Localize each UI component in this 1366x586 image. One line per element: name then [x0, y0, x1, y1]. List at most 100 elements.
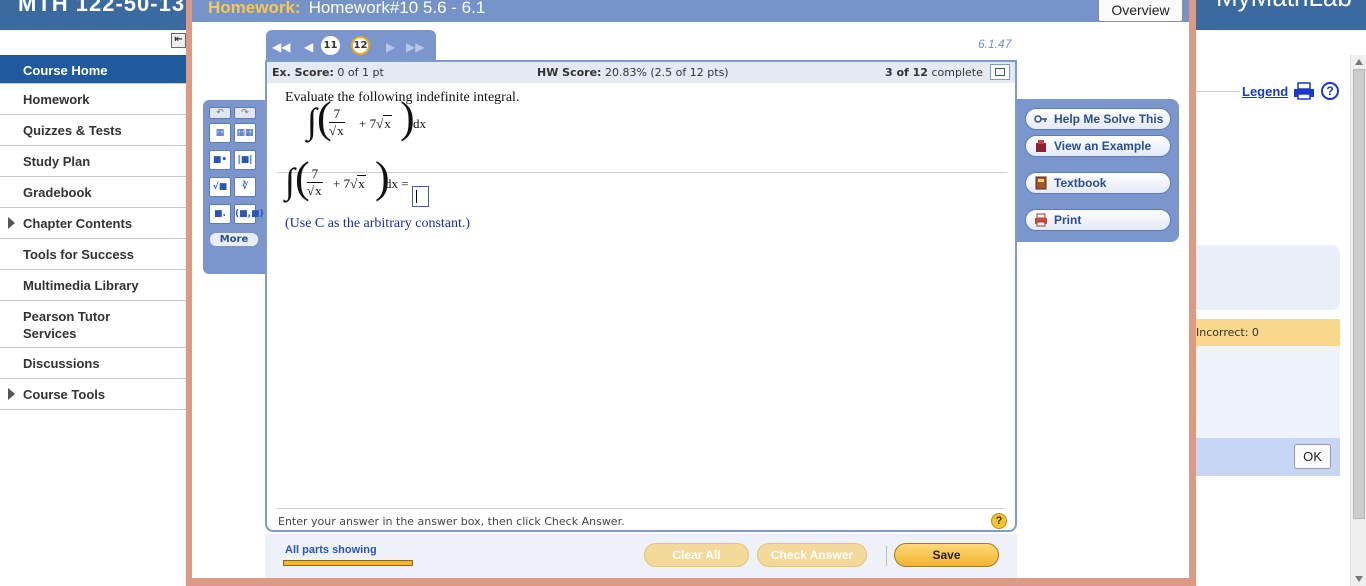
sidebar-item-label: Tools for Success [23, 247, 135, 262]
completion-count: 3 of 12 [885, 66, 928, 79]
mixed-number-icon[interactable]: ▦▦ [234, 123, 256, 143]
sidebar-item-label: Pearson Tutor Services [23, 309, 111, 341]
divider [886, 546, 887, 566]
undo-icon[interactable]: ↶ [209, 107, 231, 119]
homework-player: Homework: Homework#10 5.6 - 6.1 Overview … [192, 0, 1189, 578]
help-me-solve-this-button[interactable]: Help Me Solve This [1025, 108, 1171, 130]
sidebar-item-label: Gradebook [23, 185, 92, 200]
sidebar-item-label: Discussions [23, 356, 100, 371]
exercise-score: Ex. Score: 0 of 1 pt [272, 62, 384, 83]
expand-triangle-icon [8, 217, 15, 229]
sidebar-item-label: Study Plan [23, 154, 91, 169]
parts-showing-label: All parts showing [285, 544, 377, 556]
key-icon [1034, 115, 1047, 123]
question-number-12[interactable]: 12 [351, 36, 370, 55]
sidebar-item-course-home[interactable]: Course Home [0, 55, 186, 84]
fraction-icon[interactable]: ▦ [209, 123, 231, 143]
radicand: x [357, 175, 366, 191]
fraction-numerator: 7 [307, 166, 323, 183]
info-box [1196, 346, 1340, 438]
homework-player-window: Homework: Homework#10 5.6 - 6.1 Overview … [186, 0, 1196, 586]
divider [277, 508, 1005, 509]
textbook-button[interactable]: Textbook [1025, 172, 1171, 194]
sidebar-item-discussions[interactable]: Discussions [0, 348, 186, 379]
fraction-numerator: 7 [329, 106, 345, 123]
sidebar-item-chapter-contents[interactable]: Chapter Contents [0, 208, 186, 239]
more-tools-button[interactable]: More [210, 233, 258, 246]
check-answer-button[interactable]: Check Answer [757, 543, 867, 567]
score-bar: Ex. Score: 0 of 1 pt HW Score: 20.83% (2… [267, 62, 1015, 83]
question-help-icon[interactable]: ? [991, 513, 1007, 529]
incorrect-count: Incorrect: 0 [1196, 319, 1340, 346]
next-question-icon[interactable]: ▶ [386, 40, 395, 54]
integral-sign: ∫ [285, 161, 295, 201]
integral-expression: ∫ ( 7 √x + 7√x ) dx [307, 93, 447, 148]
sidebar-item-tools-for-success[interactable]: Tools for Success [0, 239, 186, 270]
square-root-icon[interactable]: √■ [209, 177, 231, 197]
sidebar-item-quizzes-tests[interactable]: Quizzes & Tests [0, 115, 186, 146]
scrollbar-thumb[interactable] [1353, 69, 1365, 519]
player-body: ◀◀ ◀ 11 12 ▶ ▶▶ 6.1.47 ↶ ↷ ▦ ▦▦ ■• |■| √… [192, 22, 1189, 578]
question-panel: Ex. Score: 0 of 1 pt HW Score: 20.83% (2… [265, 60, 1017, 532]
answer-hint: (Use C as the arbitrary constant.) [285, 216, 471, 231]
last-question-icon[interactable]: ▶▶ [406, 40, 424, 54]
printer-icon[interactable] [1293, 82, 1315, 100]
help-icon[interactable]: ? [1321, 82, 1339, 100]
legend-link[interactable]: Legend [1242, 84, 1288, 99]
sidebar-item-course-tools[interactable]: Course Tools [0, 379, 186, 410]
exponent-icon[interactable]: ■• [209, 150, 231, 170]
sidebar-item-gradebook[interactable]: Gradebook [0, 177, 186, 208]
sidebar-item-label: Course Home [23, 63, 108, 78]
question-code: 6.1.47 [978, 37, 1012, 51]
fraction-denominator: √x [307, 182, 323, 198]
expand-triangle-icon [8, 388, 15, 400]
scroll-down-arrow-icon[interactable] [1355, 576, 1363, 582]
info-box [1186, 245, 1340, 310]
integral-sign: ∫ [307, 101, 317, 141]
brand-name: MyMathLab [1216, 0, 1352, 13]
overview-button[interactable]: Overview [1098, 0, 1183, 22]
collapse-sidebar-icon[interactable]: ⇤ [171, 33, 186, 48]
redo-icon[interactable]: ↷ [234, 107, 256, 119]
parts-progress-bar [283, 560, 413, 566]
scroll-up-arrow-icon[interactable] [1355, 59, 1363, 65]
course-title: MTH 122-50-13 [18, 0, 186, 16]
printer-icon [1035, 213, 1047, 227]
page-scrollbar[interactable] [1350, 55, 1366, 586]
ok-button[interactable]: OK [1294, 444, 1331, 469]
view-an-example-button[interactable]: View an Example [1025, 135, 1171, 157]
sidebar-item-pearson-tutor-services[interactable]: Pearson Tutor Services [0, 301, 186, 348]
radicand: x [314, 182, 323, 198]
course-title-bar: MTH 122-50-13 [0, 0, 186, 30]
question-number-11[interactable]: 11 [321, 36, 340, 55]
clear-all-button[interactable]: Clear All [644, 543, 749, 567]
subscript-icon[interactable]: ■. [209, 204, 231, 224]
tool-label: Print [1054, 213, 1082, 227]
expand-window-icon[interactable] [990, 64, 1010, 80]
absolute-value-icon[interactable]: |■| [234, 150, 256, 170]
sidebar-item-label: Quizzes & Tests [23, 123, 122, 138]
differential: dx [413, 116, 426, 131]
save-button[interactable]: Save [894, 543, 999, 567]
window-title: Homework: Homework#10 5.6 - 6.1 [208, 0, 485, 18]
previous-question-icon[interactable]: ◀ [304, 40, 313, 54]
answer-input[interactable] [412, 186, 429, 207]
completion-status: 3 of 12 complete [885, 62, 983, 83]
nth-root-icon[interactable]: ∛ [234, 177, 256, 197]
first-question-icon[interactable]: ◀◀ [272, 40, 290, 54]
tool-label: Textbook [1054, 176, 1107, 190]
tool-label: View an Example [1054, 139, 1152, 153]
assignment-title: Homework#10 5.6 - 6.1 [308, 0, 486, 17]
sidebar-item-homework[interactable]: Homework [0, 84, 186, 115]
radicand: x [383, 115, 392, 131]
completion-label: complete [931, 66, 983, 79]
ordered-pair-icon[interactable]: (■,■) [234, 204, 264, 224]
plus-term: + 7√x [359, 115, 392, 131]
sidebar-item-study-plan[interactable]: Study Plan [0, 146, 186, 177]
math-palette: ↶ ↷ ▦ ▦▦ ■• |■| √■ ∛ ■. (■,■) More [203, 100, 265, 274]
divider [1196, 91, 1240, 92]
progress-fill [284, 561, 412, 565]
sidebar-item-multimedia-library[interactable]: Multimedia Library [0, 270, 186, 301]
print-button[interactable]: Print [1025, 209, 1171, 231]
radicand: x [336, 122, 345, 138]
